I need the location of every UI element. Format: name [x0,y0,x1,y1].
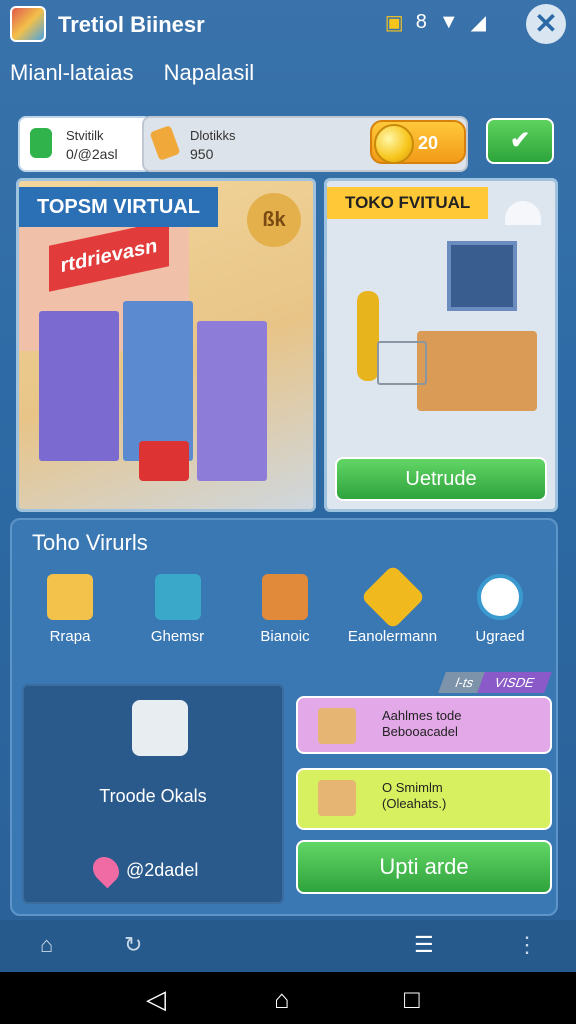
tool-row: Rrapa Ghemsr Bianoic Eanolermann Ugraed [20,564,550,645]
bag-icon: ▣ [384,12,404,34]
pos-monitor [447,241,517,311]
offer-text: O Smimlm (Oleahats.) [382,780,446,812]
shelf [39,311,119,461]
bluetooth-icon: 8 [415,11,427,33]
tool-label: Eanolermann [347,628,438,645]
resource-label: Stvitilk [66,128,104,143]
hexagon-icon [359,564,426,630]
subtitle-left[interactable]: Mianl-lataias [10,60,134,85]
coin-counter[interactable]: 20 [370,120,466,164]
offer-card-lime[interactable]: O Smimlm (Oleahats.) [296,768,552,830]
app-icon [10,6,46,42]
tool-repair[interactable]: Rrapa [20,574,120,645]
recents-icon[interactable]: □ [404,984,420,1015]
checkout-counter [417,331,537,411]
tool-label: Ghemsr [150,628,205,645]
coin-icon [374,124,414,164]
clock-icon [477,574,523,620]
tool-upgrade[interactable]: Ugraed [450,574,550,645]
resource-value: 0/@2asl [66,146,118,162]
machine-label: Troode Okals [99,786,207,806]
scene-title: TOPSM VIRTUAL [19,187,218,227]
package-icon [318,780,356,816]
refresh-icon[interactable]: ↻ [124,932,142,958]
ceiling-lamp [505,201,541,225]
app-title: Tretiol Biinesr [58,12,205,37]
tag-purple: VISDE [477,672,552,693]
coin-value: 20 [418,133,439,153]
system-nav-bar: ◁ ⌂ □ [0,972,576,1024]
status-icons: ▣ 8 ▼ ◢ [385,10,486,35]
machine-card[interactable]: Troode Okals @2dadel [22,684,284,904]
tool-hexagon[interactable]: Eanolermann [343,564,443,645]
close-button[interactable]: ✕ [526,4,566,44]
tool-label: Rrapa [49,628,91,645]
chart-hand-icon [149,125,181,161]
scene-title: TOKO FVITUAL [327,187,489,219]
bottle-icon [30,128,52,158]
top-bar: Tretiol Biinesr ▣ 8 ▼ ◢ ✕ [0,0,576,50]
back-icon[interactable]: ◁ [146,984,166,1015]
scene-toko-virtual[interactable]: TOKO FVITUAL Uetrude [324,178,558,512]
upgrade-button[interactable]: Upti arde [296,840,552,894]
shelf [123,301,193,461]
box-hammer-icon [47,574,93,620]
app-bottom-bar: ⌂ ↻ ☰ ⋮ [0,920,576,972]
signal-icon: ◢ [470,12,486,34]
scene-store-virtual[interactable]: rtdrievasn ßk TOPSM VIRTUAL [16,178,316,512]
tools-panel: Toho Virurls Rrapa Ghemsr Bianoic Eanole… [10,518,558,916]
cube-icon [154,574,201,620]
tool-label: Ugraed [475,628,525,645]
location-value: @2dadel [126,859,199,880]
tool-crates[interactable]: Bianoic [235,574,335,645]
tool-cube[interactable]: Ghemsr [128,574,228,645]
shelf [197,321,267,481]
wall-badge: ßk [247,193,301,247]
location-row: @2dadel [87,851,199,889]
more-icon[interactable]: ⋮ [516,932,538,958]
offer-text: Aahlmes tode Bebooacadel [382,708,462,740]
tag-row: l-ts VISDE [437,672,552,693]
package-icon [318,708,356,744]
panel-title: Toho Virurls [32,530,148,555]
update-button[interactable]: Uetrude [335,457,547,501]
machine-icon [132,700,188,756]
resource-card-stock[interactable]: Stvitilk 0/@2asl [18,116,152,172]
crates-icon [262,574,308,620]
subtitle-bar: Mianl-lataias Napalasil [10,60,278,86]
confirm-button[interactable]: ✔ [486,118,554,164]
wifi-icon: ▼ [438,11,459,33]
subtitle-right[interactable]: Napalasil [164,60,255,85]
resource-row: Stvitilk 0/@2asl Dlotikks 950 20 ✔ [12,112,564,172]
offer-line: (Oleahats.) [382,796,447,811]
home-nav-icon[interactable]: ⌂ [274,984,290,1015]
cart-icon [139,441,189,481]
resource-label: Dlotikks [190,128,236,143]
offer-card-pink[interactable]: Aahlmes tode Bebooacadel [296,696,552,754]
menu-icon[interactable]: ☰ [414,932,434,958]
home-icon[interactable]: ⌂ [40,932,53,958]
shopper-figure [357,291,379,381]
tool-label: Bianoic [260,628,310,645]
shopping-cart [377,341,427,385]
resource-value: 950 [190,146,214,162]
offer-line: O Smimlm [382,780,443,795]
offer-line: Aahlmes tode [382,708,462,723]
offer-line: Bebooacadel [382,724,458,739]
resource-card-items[interactable]: Dlotikks 950 20 [142,116,468,172]
location-pin-icon [87,851,125,889]
